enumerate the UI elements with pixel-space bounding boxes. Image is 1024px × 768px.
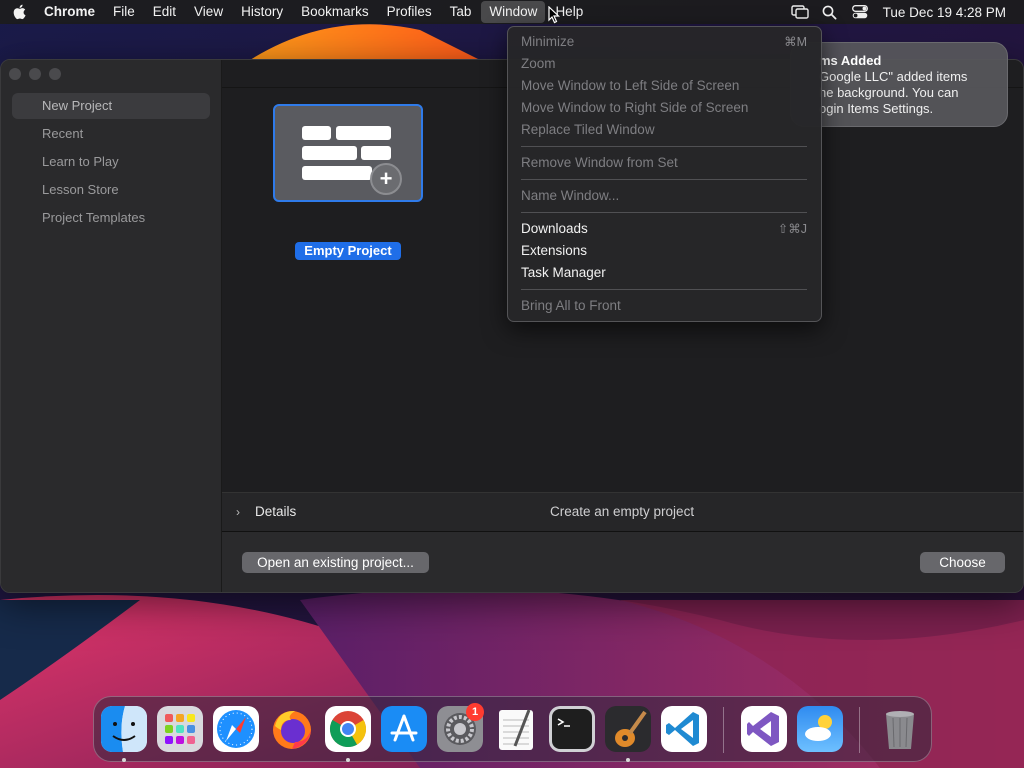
menu-view[interactable]: View xyxy=(186,1,231,23)
safari-icon[interactable] xyxy=(213,706,259,752)
app-store-icon[interactable] xyxy=(381,706,427,752)
trash-icon[interactable] xyxy=(877,706,923,752)
app-menu-chrome[interactable]: Chrome xyxy=(38,1,103,23)
disclosure-chevron-icon[interactable]: › xyxy=(236,505,240,519)
login-items-notification[interactable]: ms Added Google LLC" added items he back… xyxy=(790,42,1008,127)
menu-file[interactable]: File xyxy=(105,1,143,23)
textedit-icon[interactable] xyxy=(493,706,539,752)
menu-separator xyxy=(521,289,807,290)
zoom-window-button[interactable] xyxy=(49,68,61,80)
menu-item-label: Minimize xyxy=(521,34,575,49)
menu-window[interactable]: Window xyxy=(481,1,546,23)
weather-icon[interactable] xyxy=(797,706,843,752)
menu-tab[interactable]: Tab xyxy=(442,1,480,23)
menu-item-extensions[interactable]: Extensions xyxy=(508,240,821,262)
minimize-window-button[interactable] xyxy=(29,68,41,80)
close-window-button[interactable] xyxy=(9,68,21,80)
sidebar-item-lesson-store[interactable]: Lesson Store xyxy=(12,177,210,203)
menu-item-zoom[interactable]: Zoom xyxy=(508,53,821,75)
empty-project-label[interactable]: Empty Project xyxy=(295,242,401,260)
visual-studio-icon[interactable] xyxy=(741,706,787,752)
firefox-icon[interactable] xyxy=(269,706,315,752)
control-center-icon[interactable] xyxy=(845,0,875,24)
details-toggle[interactable]: Details xyxy=(255,504,296,519)
menu-item-bring-all-to-front[interactable]: Bring All to Front xyxy=(508,295,821,317)
menu-item-downloads[interactable]: Downloads ⇧⌘J xyxy=(508,218,821,240)
apple-menu-icon[interactable] xyxy=(0,0,38,24)
open-existing-project-button[interactable]: Open an existing project... xyxy=(242,552,429,573)
sidebar-item-project-templates[interactable]: Project Templates xyxy=(12,205,210,231)
dock-separator xyxy=(859,707,860,753)
notification-body: Google LLC" added items he background. Y… xyxy=(819,69,968,116)
choose-button[interactable]: Choose xyxy=(920,552,1005,573)
terminal-icon[interactable] xyxy=(549,706,595,752)
template-brick-icon xyxy=(336,126,391,140)
launchpad-icon[interactable] xyxy=(157,706,203,752)
sidebar: New Project Recent Learn to Play Lesson … xyxy=(1,60,222,592)
dock-separator xyxy=(723,707,724,753)
empty-project-template-card[interactable]: + xyxy=(273,104,423,202)
running-indicator xyxy=(122,758,126,762)
sidebar-item-learn-to-play[interactable]: Learn to Play xyxy=(12,149,210,175)
window-footer: Open an existing project... Choose xyxy=(222,532,1023,592)
template-brick-icon xyxy=(361,146,391,160)
menubar-clock[interactable]: Tue Dec 19 4:28 PM xyxy=(875,5,1024,20)
template-description: Create an empty project xyxy=(550,504,695,519)
menu-separator xyxy=(521,146,807,147)
garageband-icon[interactable] xyxy=(605,706,651,752)
running-indicator xyxy=(346,758,350,762)
menu-item-move-right[interactable]: Move Window to Right Side of Screen xyxy=(508,97,821,119)
window-controls xyxy=(9,68,61,80)
running-indicator xyxy=(626,758,630,762)
menu-item-minimize[interactable]: Minimize ⌘M xyxy=(508,31,821,53)
sidebar-list: New Project Recent Learn to Play Lesson … xyxy=(12,93,210,233)
menu-item-shortcut: ⌘M xyxy=(784,35,807,49)
window-menu-dropdown: Minimize ⌘M Zoom Move Window to Left Sid… xyxy=(507,26,822,322)
menu-item-move-left[interactable]: Move Window to Left Side of Screen xyxy=(508,75,821,97)
details-bar: › Details Create an empty project xyxy=(222,492,1023,532)
menu-item-replace-tiled[interactable]: Replace Tiled Window xyxy=(508,119,821,141)
sidebar-item-new-project[interactable]: New Project xyxy=(12,93,210,119)
vscode-icon[interactable] xyxy=(661,706,707,752)
template-brick-icon xyxy=(302,146,357,160)
chrome-icon[interactable] xyxy=(325,706,371,752)
menu-history[interactable]: History xyxy=(233,1,291,23)
notification-badge: 1 xyxy=(466,703,484,721)
menu-separator xyxy=(521,212,807,213)
menu-bar: Chrome File Edit View History Bookmarks … xyxy=(0,0,1024,24)
menu-edit[interactable]: Edit xyxy=(145,1,184,23)
template-brick-icon xyxy=(302,166,372,180)
menu-item-remove-from-set[interactable]: Remove Window from Set xyxy=(508,152,821,174)
menu-profiles[interactable]: Profiles xyxy=(379,1,440,23)
menu-item-task-manager[interactable]: Task Manager xyxy=(508,262,821,284)
template-brick-icon xyxy=(302,126,331,140)
menu-separator xyxy=(521,179,807,180)
menu-item-name-window[interactable]: Name Window... xyxy=(508,185,821,207)
spotlight-search-icon[interactable] xyxy=(815,0,845,24)
menu-bookmarks[interactable]: Bookmarks xyxy=(293,1,377,23)
sidebar-item-recent[interactable]: Recent xyxy=(12,121,210,147)
add-plus-icon: + xyxy=(370,163,402,195)
mouse-cursor-icon xyxy=(548,6,560,24)
notification-title: ms Added xyxy=(819,53,882,68)
dock xyxy=(93,696,932,762)
screen-mirroring-icon[interactable] xyxy=(785,0,815,24)
menu-item-label: Downloads xyxy=(521,221,588,236)
finder-icon[interactable] xyxy=(101,706,147,752)
menu-item-shortcut: ⇧⌘J xyxy=(777,222,807,236)
